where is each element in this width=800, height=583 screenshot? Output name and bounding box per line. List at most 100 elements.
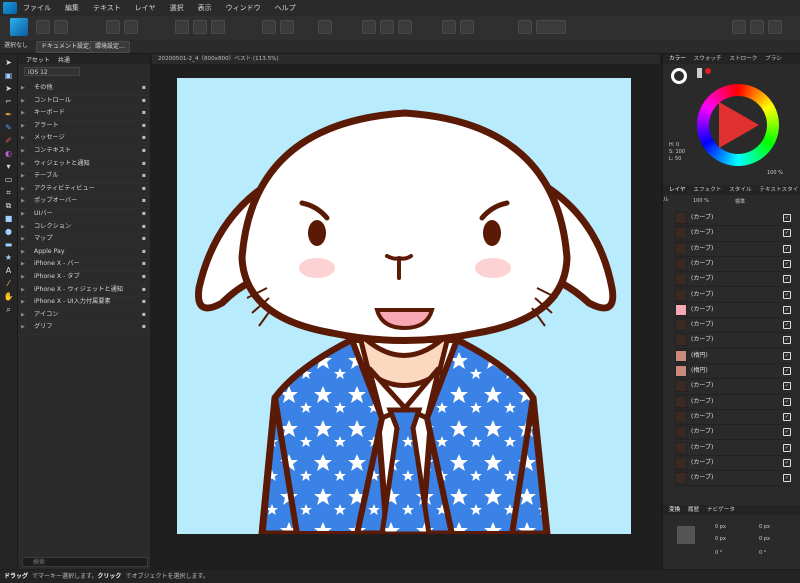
category-menu-icon[interactable]: ▪ xyxy=(142,321,146,334)
fill-stroke-icon[interactable] xyxy=(671,68,687,84)
asset-category-item[interactable]: ▶ コレクション ▪ xyxy=(18,221,150,235)
share-icon[interactable] xyxy=(54,20,68,34)
category-menu-icon[interactable]: ▪ xyxy=(142,309,146,322)
asset-category-item[interactable]: ▶ iPhone X - タブ ▪ xyxy=(18,271,150,285)
layer-row[interactable]: (楕円) ✓ xyxy=(675,363,793,380)
fill-tool-icon[interactable]: ◐ xyxy=(4,149,13,158)
asset-category-item[interactable]: ▶ ウィジェットと通知 ▪ xyxy=(18,158,150,172)
expand-arrow-icon[interactable]: ▶ xyxy=(21,95,25,108)
asset-category-item[interactable]: ▶ メッセージ ▪ xyxy=(18,132,150,146)
category-menu-icon[interactable]: ▪ xyxy=(142,258,146,271)
tab-swatches[interactable]: スウォッチ xyxy=(694,56,722,62)
menu-edit[interactable]: 編集 xyxy=(65,3,79,13)
pixel-persona-icon[interactable] xyxy=(36,20,50,34)
category-menu-icon[interactable]: ▪ xyxy=(142,208,146,221)
transparency-tool-icon[interactable]: ▾ xyxy=(4,162,13,171)
category-menu-icon[interactable]: ▪ xyxy=(142,158,146,171)
layer-visibility-checkbox[interactable]: ✓ xyxy=(783,443,791,452)
layer-row[interactable]: (カーブ) ✓ xyxy=(675,394,793,410)
width-field[interactable]: 0 px xyxy=(759,524,770,530)
layer-visibility-checkbox[interactable]: ✓ xyxy=(783,229,791,238)
color-picker-icon[interactable] xyxy=(536,20,566,34)
expand-arrow-icon[interactable]: ▶ xyxy=(21,221,25,234)
layer-visibility-checkbox[interactable]: ✓ xyxy=(783,474,791,483)
asset-category-item[interactable]: ▶ コンテキスト ▪ xyxy=(18,145,150,159)
expand-arrow-icon[interactable]: ▶ xyxy=(21,195,25,208)
layer-row[interactable]: (カーブ) ✓ xyxy=(675,378,793,395)
category-menu-icon[interactable]: ▪ xyxy=(142,107,146,120)
expand-arrow-icon[interactable]: ▶ xyxy=(21,271,25,284)
assets-category-dropdown[interactable]: iOS 12 xyxy=(24,67,80,76)
layer-row[interactable]: (カーブ) ✓ xyxy=(675,271,793,288)
rounded-rect-tool-icon[interactable]: ▬ xyxy=(4,240,13,249)
expand-arrow-icon[interactable]: ▶ xyxy=(21,82,25,95)
color-opacity[interactable]: 100 % xyxy=(767,170,783,176)
flip-icon[interactable] xyxy=(460,20,474,34)
layer-visibility-checkbox[interactable]: ✓ xyxy=(783,351,791,360)
slice-tool-icon[interactable]: ⧉ xyxy=(4,201,13,210)
layer-row[interactable]: (カーブ) ✓ xyxy=(675,332,793,349)
insert-icon[interactable] xyxy=(518,20,532,34)
node-tool-icon[interactable]: ➤ xyxy=(4,84,13,93)
asset-category-item[interactable]: ▶ グリフ ▪ xyxy=(18,321,150,335)
vector-brush-icon[interactable]: ✐ xyxy=(4,136,13,145)
tab-navigator[interactable]: ナビゲータ xyxy=(707,507,735,513)
snap-options-icon[interactable] xyxy=(193,20,207,34)
hand-tool-icon[interactable]: ✋ xyxy=(4,292,14,301)
layer-visibility-checkbox[interactable]: ✓ xyxy=(783,397,791,406)
expand-arrow-icon[interactable]: ▶ xyxy=(21,158,25,171)
menu-text[interactable]: テキスト xyxy=(93,3,121,13)
menu-file[interactable]: ファイル xyxy=(23,3,51,13)
x-field[interactable]: 0 px xyxy=(715,524,726,530)
menu-select[interactable]: 選択 xyxy=(170,3,184,13)
layer-row[interactable]: (楕円) ✓ xyxy=(675,348,793,364)
move-tool-icon[interactable]: ➤ xyxy=(4,58,13,67)
asset-category-item[interactable]: ▶ マップ ▪ xyxy=(18,233,150,247)
grid-icon[interactable] xyxy=(211,20,225,34)
layer-visibility-checkbox[interactable]: ✓ xyxy=(783,290,791,299)
category-menu-icon[interactable]: ▪ xyxy=(142,296,146,309)
menu-help[interactable]: ヘルプ xyxy=(275,3,296,13)
expand-arrow-icon[interactable]: ▶ xyxy=(21,170,25,183)
layer-row[interactable]: (カーブ) ✓ xyxy=(675,440,793,456)
asset-category-item[interactable]: ▶ その他 ▪ xyxy=(18,82,150,96)
anchor-selector-icon[interactable] xyxy=(677,526,695,544)
designer-persona-icon[interactable] xyxy=(10,18,28,36)
layer-opacity[interactable]: 100 % xyxy=(693,198,709,204)
zoom-tool-icon[interactable]: ⌕ xyxy=(4,305,13,314)
expand-arrow-icon[interactable]: ▶ xyxy=(21,309,25,322)
category-menu-icon[interactable]: ▪ xyxy=(142,82,146,95)
asset-category-item[interactable]: ▶ キーボード ▪ xyxy=(18,107,150,121)
asset-category-item[interactable]: ▶ iPhone X - バー ▪ xyxy=(18,258,150,272)
eyedropper-icon[interactable] xyxy=(697,68,702,78)
tab-styles[interactable]: スタイル xyxy=(729,187,751,193)
category-menu-icon[interactable]: ▪ xyxy=(142,120,146,133)
shear-field[interactable]: 0 ° xyxy=(759,550,766,556)
category-menu-icon[interactable]: ▪ xyxy=(142,271,146,284)
asset-category-item[interactable]: ▶ コントロール ▪ xyxy=(18,95,150,109)
expand-arrow-icon[interactable]: ▶ xyxy=(21,120,25,133)
category-menu-icon[interactable]: ▪ xyxy=(142,183,146,196)
layer-visibility-checkbox[interactable]: ✓ xyxy=(783,214,791,222)
artboard[interactable] xyxy=(177,78,631,534)
rectangle-tool-icon[interactable]: ■ xyxy=(4,214,13,223)
assistant-icon[interactable] xyxy=(732,20,746,34)
rotation-field[interactable]: 0 ° xyxy=(715,550,722,556)
asset-category-item[interactable]: ▶ iPhone X - ウィジェットと通知 ▪ xyxy=(18,284,150,298)
menu-window[interactable]: ウィンドウ xyxy=(226,3,261,13)
tab-brush[interactable]: ブラシ xyxy=(765,56,782,62)
layer-row[interactable]: (カーブ) ✓ xyxy=(675,256,793,273)
align-icon[interactable] xyxy=(362,20,376,34)
expand-arrow-icon[interactable]: ▶ xyxy=(21,296,25,309)
layer-visibility-checkbox[interactable]: ✓ xyxy=(783,305,791,314)
layer-visibility-checkbox[interactable]: ✓ xyxy=(783,259,791,268)
layer-visibility-checkbox[interactable]: ✓ xyxy=(783,382,791,391)
document-tab[interactable]: 20200501-2_4（800x800）ベスト (113.5%) xyxy=(152,54,660,64)
artboard-tool-icon[interactable]: ▣ xyxy=(4,71,13,80)
asset-category-item[interactable]: ▶ Apple Pay ▪ xyxy=(18,246,150,260)
hue-wheel[interactable] xyxy=(697,84,779,166)
snap-icon[interactable] xyxy=(175,20,189,34)
category-menu-icon[interactable]: ▪ xyxy=(142,195,146,208)
layer-row[interactable]: (カーブ) ✓ xyxy=(675,210,793,227)
layer-visibility-checkbox[interactable]: ✓ xyxy=(783,336,791,345)
